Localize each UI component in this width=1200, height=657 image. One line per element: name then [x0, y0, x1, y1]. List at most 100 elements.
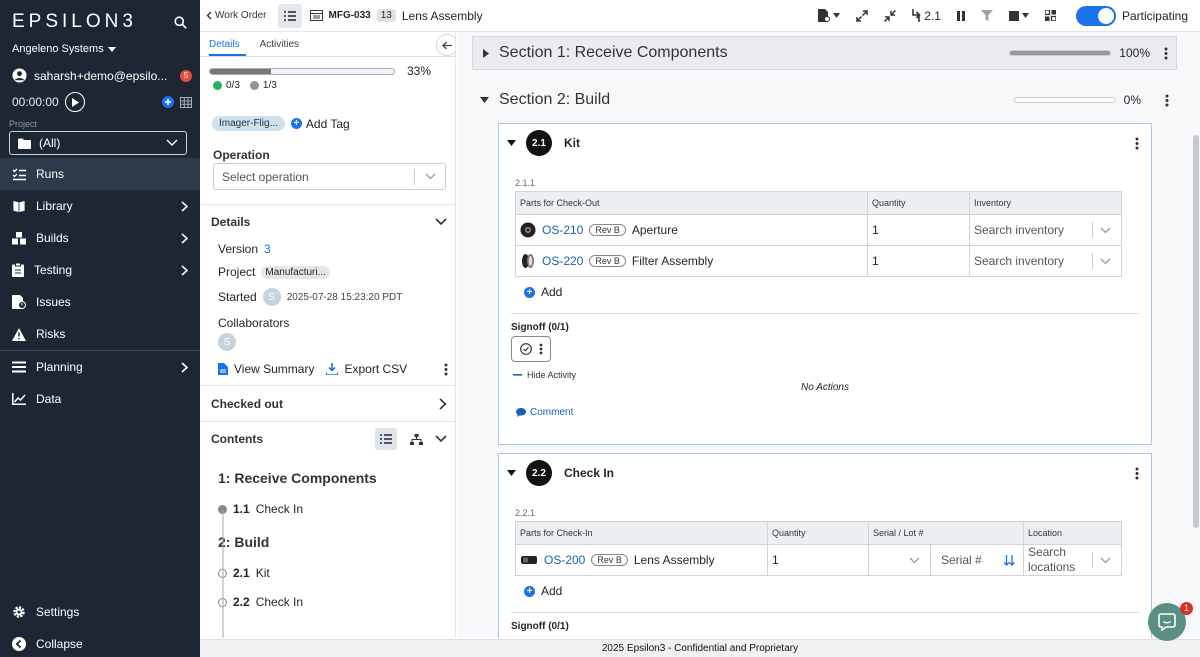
check-circle-icon[interactable] [519, 343, 532, 355]
part-number-link[interactable]: OS-200 [544, 553, 585, 567]
document-menu-button[interactable] [810, 0, 848, 32]
step-more-icon[interactable] [1127, 137, 1147, 150]
pause-button[interactable] [949, 0, 973, 32]
view-summary-link[interactable]: View Summary [234, 362, 314, 376]
toc-section-1[interactable]: 1: Receive Components [218, 470, 377, 486]
table-icon[interactable] [180, 96, 192, 108]
quantity-cell[interactable]: 1 [767, 544, 869, 576]
collapse-panel-button[interactable] [436, 34, 455, 56]
step-2-2-header[interactable]: 2.2 Check In [499, 454, 1151, 492]
comment-label: Comment [530, 407, 574, 418]
notification-badge[interactable]: 5 [180, 69, 192, 82]
nav-risks-label: Risks [36, 327, 66, 341]
hide-activity-toggle[interactable]: Hide Activity [513, 370, 1151, 380]
contents-view-toggles [375, 428, 447, 450]
section-2-header[interactable]: Section 2: Build 0% [472, 84, 1177, 116]
section-2-more-icon[interactable] [1157, 94, 1177, 107]
toc-section-2[interactable]: 2: Build [218, 534, 269, 550]
collaborators-row: S [218, 333, 236, 351]
stop-menu-button[interactable] [1001, 0, 1037, 32]
collaborator-avatar[interactable]: S [218, 333, 236, 351]
grid-view-button[interactable] [1037, 0, 1064, 32]
nav-data[interactable]: Data [0, 383, 200, 415]
serial-input[interactable]: Serial # [930, 544, 1024, 576]
quantity-cell[interactable]: 1 [867, 214, 970, 246]
details-section-header[interactable]: Details [211, 215, 447, 229]
org-switcher[interactable]: Angeleno Systems [12, 43, 116, 55]
back-to-work-order[interactable]: Work Order [206, 10, 267, 21]
toc-step-1-1[interactable]: 1.1 Check In [218, 502, 303, 516]
add-tag-button[interactable]: + Add Tag [290, 117, 350, 131]
part-number-link[interactable]: OS-220 [542, 254, 583, 268]
add-circle-icon[interactable] [162, 96, 174, 108]
operation-select[interactable]: Select operation [213, 163, 446, 190]
add-part-button[interactable]: + Add [524, 584, 1151, 598]
chevron-down-icon[interactable] [435, 435, 447, 443]
location-select[interactable]: Search locations [1022, 544, 1123, 576]
nav-settings[interactable]: Settings [0, 596, 200, 628]
serial-type-select[interactable] [868, 544, 931, 576]
document-icon [218, 363, 228, 375]
list-view-toggle[interactable] [375, 428, 397, 450]
section-1-header[interactable]: Section 1: Receive Components 100% [472, 36, 1177, 70]
skipped-count: 1/3 [249, 80, 277, 91]
sort-icon[interactable] [1003, 554, 1015, 566]
tab-details[interactable]: Details [209, 39, 246, 56]
inventory-cell[interactable]: Search inventory [969, 214, 1122, 246]
expand-all-button[interactable] [848, 0, 876, 32]
toc-step-2-1[interactable]: 2.1 Kit [218, 566, 270, 580]
quantity-cell[interactable]: 1 [867, 245, 970, 277]
nav-planning[interactable]: Planning [0, 351, 200, 383]
nav-library[interactable]: Library [0, 190, 200, 222]
nav-issues[interactable]: Issues [0, 286, 200, 318]
inventory-cell[interactable]: Search inventory [969, 245, 1122, 277]
nav-runs[interactable]: Runs [0, 158, 200, 190]
revision-pill: Rev B [589, 224, 626, 236]
nav-testing[interactable]: Testing [0, 254, 200, 286]
toc-step-2-2[interactable]: 2.2 Check In [218, 595, 303, 609]
book-icon [12, 199, 26, 213]
user-menu[interactable]: saharsh+demo@epsilo... 5 [12, 68, 192, 83]
step-more-icon[interactable] [1127, 467, 1147, 480]
nav-builds[interactable]: Builds [0, 222, 200, 254]
chevron-right-icon [439, 398, 447, 410]
jump-to-step-button[interactable]: 2.1 [904, 0, 949, 32]
scrollbar[interactable] [1193, 135, 1199, 528]
project-select[interactable]: (All) [9, 131, 187, 155]
tag-chip[interactable]: Imager-Flig... [212, 116, 285, 131]
collaborators-label: Collaborators [218, 316, 290, 330]
stop-icon [1008, 10, 1019, 21]
step-2-1-header[interactable]: 2.1 Kit [499, 124, 1151, 162]
more-options-icon[interactable] [444, 363, 448, 376]
grid-icon [1044, 10, 1056, 21]
nav-risks[interactable]: Risks [0, 318, 200, 350]
more-options-icon[interactable] [539, 343, 543, 355]
filter-button[interactable] [973, 0, 1001, 32]
list-view-button[interactable] [277, 3, 302, 28]
add-part-button[interactable]: + Add [524, 285, 1151, 299]
play-button[interactable] [64, 92, 85, 112]
chevron-down-icon [415, 173, 445, 180]
tree-view-toggle[interactable] [405, 428, 427, 450]
search-icon[interactable] [174, 16, 187, 29]
epsilon3-logo[interactable]: EPSILON3 [12, 11, 137, 33]
checked-out-header[interactable]: Checked out [211, 397, 447, 411]
signoff-control[interactable] [511, 336, 551, 362]
checked-out-heading: Checked out [211, 397, 284, 411]
section-1-more-icon[interactable] [1156, 47, 1176, 60]
completed-count: 0/3 [213, 80, 240, 91]
participating-toggle[interactable] [1075, 5, 1116, 26]
nav-collapse[interactable]: Collapse [0, 628, 200, 657]
part-number-link[interactable]: OS-210 [542, 223, 583, 237]
collapse-all-button[interactable] [876, 0, 904, 32]
project-pill[interactable]: Manufacturi... [261, 265, 330, 279]
chevron-right-icon [181, 232, 188, 244]
caret-down-icon [107, 47, 116, 52]
version-link[interactable]: 3 [264, 242, 271, 256]
toc-connector [222, 510, 224, 638]
export-csv-link[interactable]: Export CSV [344, 362, 407, 376]
divider [511, 612, 1139, 613]
comment-button[interactable]: Comment [516, 407, 1151, 418]
tab-activities[interactable]: Activities [260, 39, 305, 56]
list-icon [380, 434, 392, 444]
